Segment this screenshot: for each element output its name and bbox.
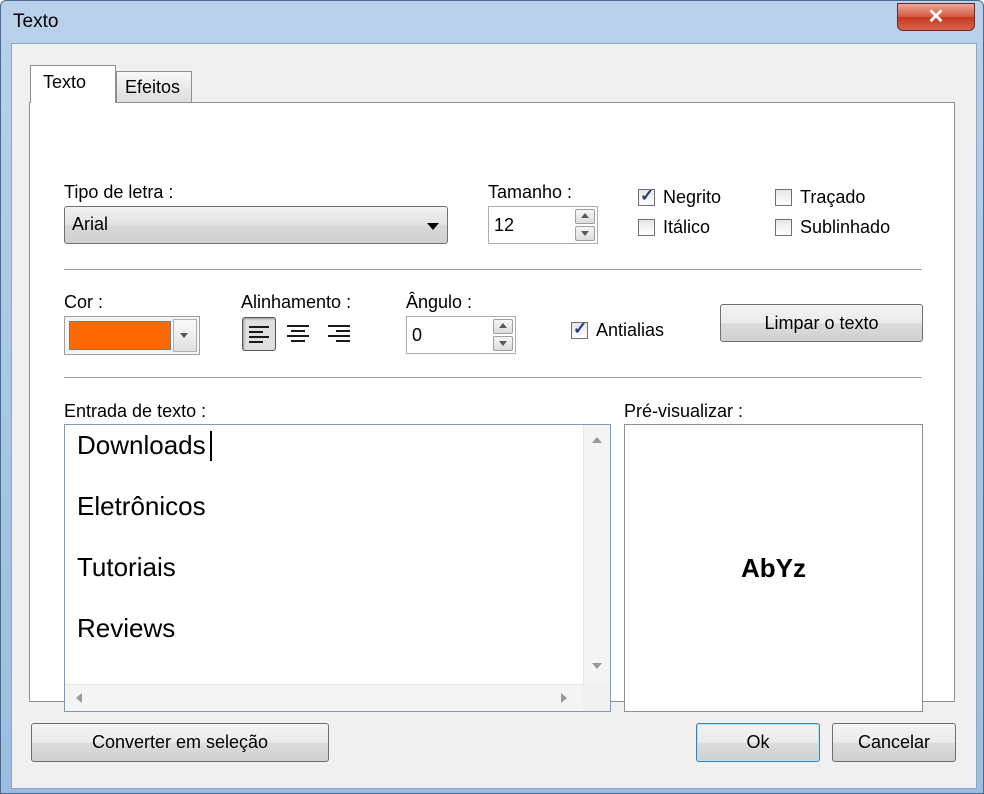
ok-button[interactable]: Ok bbox=[696, 723, 820, 762]
angle-increment-button[interactable] bbox=[493, 319, 513, 334]
close-icon: ✕ bbox=[927, 6, 945, 28]
align-left-button[interactable] bbox=[242, 317, 276, 351]
tab-efeitos-label: Efeitos bbox=[125, 77, 181, 97]
cancel-label: Cancelar bbox=[857, 732, 931, 752]
size-decrement-button[interactable] bbox=[575, 226, 595, 241]
font-select-value: Arial bbox=[72, 214, 109, 234]
strikeout-label: Traçado bbox=[800, 187, 866, 207]
align-right-button[interactable] bbox=[322, 317, 356, 351]
underline-checkbox[interactable] bbox=[775, 219, 792, 236]
font-select[interactable]: Arial bbox=[64, 206, 448, 244]
size-label: Tamanho : bbox=[488, 182, 573, 202]
bold-label: Negrito bbox=[663, 187, 722, 207]
text-dialog-window: Texto ✕ Texto Efeitos Tipo de letra : Ar… bbox=[0, 0, 984, 794]
text-caret bbox=[210, 431, 212, 461]
tab-efeitos[interactable]: Efeitos bbox=[116, 71, 192, 103]
arrow-down-icon bbox=[499, 341, 507, 346]
italic-checkbox[interactable] bbox=[638, 219, 655, 236]
size-spinner[interactable]: 12 bbox=[488, 206, 598, 244]
arrow-up-icon bbox=[581, 213, 589, 218]
clear-text-label: Limpar o texto bbox=[764, 313, 879, 333]
antialias-checkbox[interactable]: ✓ bbox=[571, 319, 588, 339]
checkmark-icon: ✓ bbox=[573, 319, 588, 338]
angle-label: Ângulo : bbox=[406, 292, 473, 312]
color-label: Cor : bbox=[64, 292, 104, 312]
tab-texto-label: Texto bbox=[43, 72, 87, 92]
preview-label: Pré-visualizar : bbox=[624, 401, 744, 421]
text-line: Downloads bbox=[77, 430, 206, 460]
align-center-button[interactable] bbox=[281, 317, 315, 351]
horizontal-scrollbar[interactable] bbox=[65, 684, 583, 711]
italic-label: Itálico bbox=[663, 217, 711, 237]
vertical-scrollbar[interactable] bbox=[583, 425, 610, 684]
scroll-down-icon[interactable] bbox=[592, 663, 602, 669]
size-value: 12 bbox=[494, 215, 515, 235]
strikeout-checkbox[interactable] bbox=[775, 189, 792, 206]
alignment-label: Alinhamento : bbox=[241, 292, 352, 312]
scroll-right-icon[interactable] bbox=[561, 693, 567, 703]
window-title: Texto bbox=[13, 11, 59, 32]
bold-checkbox[interactable]: ✓ bbox=[638, 186, 655, 206]
preview-box: AbYz bbox=[624, 424, 923, 712]
separator bbox=[64, 377, 922, 379]
text-line: Reviews bbox=[77, 613, 176, 643]
angle-value: 0 bbox=[412, 325, 423, 345]
antialias-label: Antialias bbox=[596, 320, 665, 340]
title-bar[interactable]: Texto ✕ bbox=[1, 1, 983, 43]
text-line: Tutoriais bbox=[77, 552, 176, 582]
color-swatch bbox=[69, 321, 171, 350]
angle-spinner[interactable]: 0 bbox=[406, 316, 516, 354]
size-increment-button[interactable] bbox=[575, 209, 595, 224]
ok-label: Ok bbox=[746, 732, 770, 752]
close-button[interactable]: ✕ bbox=[897, 3, 975, 31]
convert-to-selection-button[interactable]: Converter em seleção bbox=[31, 723, 329, 762]
text-input-label: Entrada de texto : bbox=[64, 401, 207, 421]
convert-to-selection-label: Converter em seleção bbox=[91, 732, 269, 752]
separator bbox=[64, 269, 922, 271]
text-input-area[interactable]: Downloads Eletrônicos Tutoriais Reviews bbox=[64, 424, 611, 712]
text-line: Eletrônicos bbox=[77, 491, 206, 521]
font-label: Tipo de letra : bbox=[64, 182, 174, 202]
underline-label: Sublinhado bbox=[800, 217, 891, 237]
preview-sample-text: AbYz bbox=[741, 553, 806, 583]
scrollbar-corner bbox=[583, 684, 610, 711]
tab-texto[interactable]: Texto bbox=[30, 65, 116, 103]
arrow-up-icon bbox=[499, 323, 507, 328]
scroll-left-icon[interactable] bbox=[76, 693, 82, 703]
arrow-down-icon bbox=[581, 231, 589, 236]
color-picker[interactable] bbox=[64, 316, 200, 355]
chevron-down-icon bbox=[427, 223, 439, 230]
cancel-button[interactable]: Cancelar bbox=[832, 723, 956, 762]
checkmark-icon: ✓ bbox=[640, 186, 655, 205]
chevron-down-icon bbox=[180, 333, 188, 338]
clear-text-button[interactable]: Limpar o texto bbox=[720, 304, 923, 342]
scroll-up-icon[interactable] bbox=[592, 437, 602, 443]
color-dropdown-button[interactable] bbox=[173, 319, 197, 352]
dialog-client-area: Texto Efeitos Tipo de letra : Arial Tama… bbox=[11, 43, 977, 789]
texto-tab-panel: Tipo de letra : Arial Tamanho : 12 ✓ Neg… bbox=[29, 102, 955, 712]
angle-decrement-button[interactable] bbox=[493, 336, 513, 351]
